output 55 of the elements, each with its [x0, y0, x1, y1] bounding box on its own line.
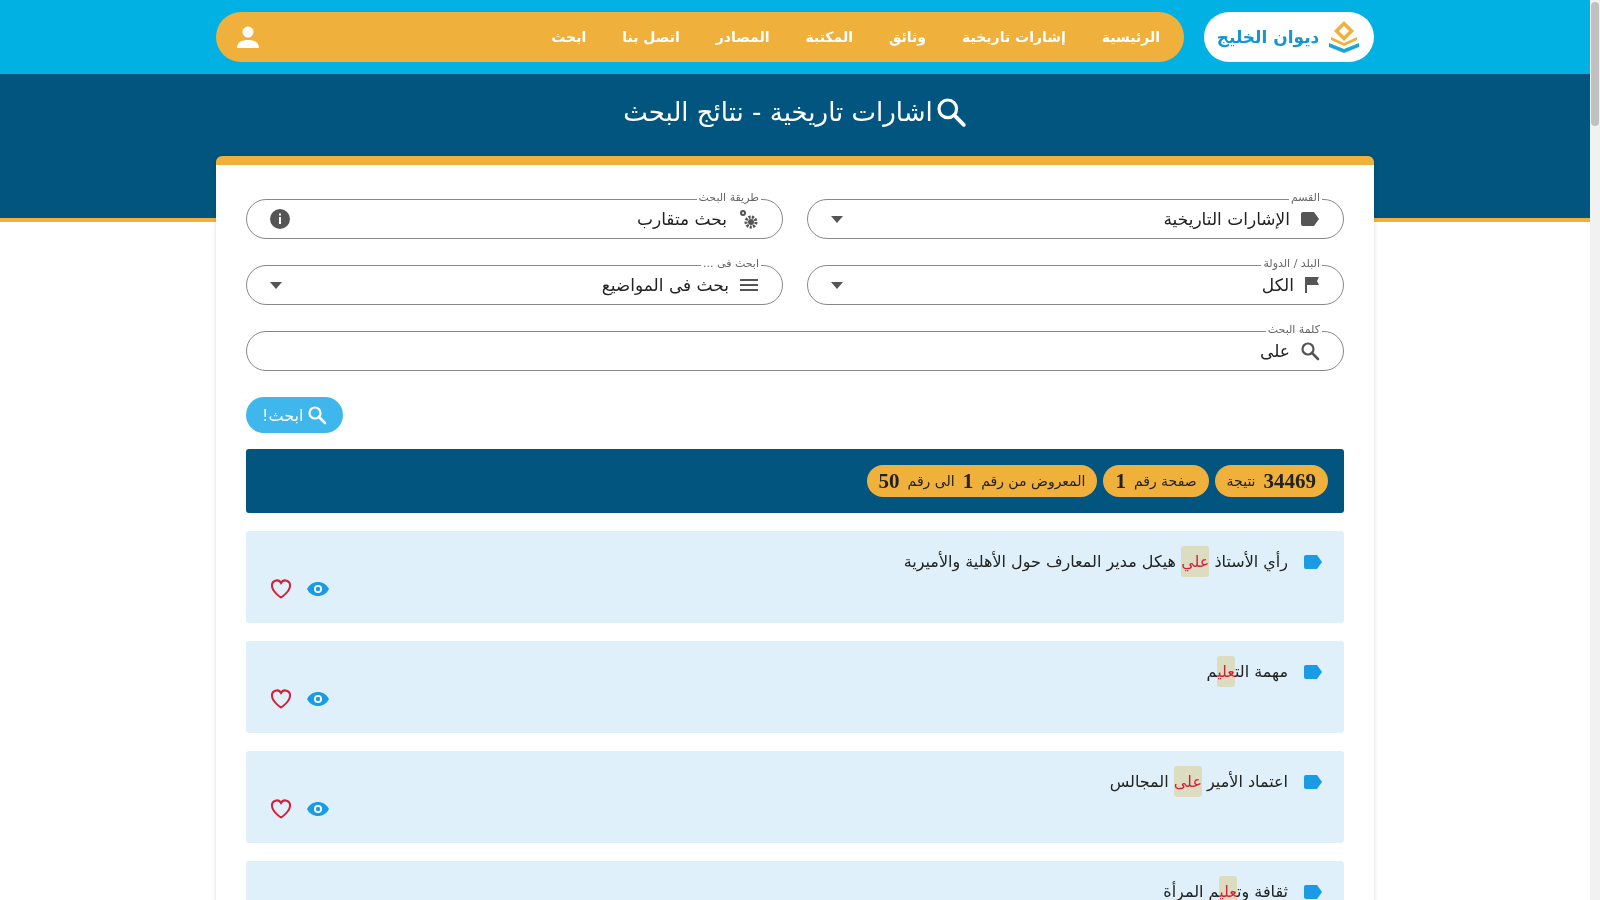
- field-value: بحث فى المواضيع: [601, 275, 729, 295]
- gears-icon: [737, 208, 759, 230]
- view-button[interactable]: [306, 579, 330, 599]
- eye-icon: [306, 801, 330, 817]
- select-field[interactable]: القسم الإشارات التاريخية: [807, 191, 1344, 239]
- result-card[interactable]: مهمة التعليم: [246, 641, 1344, 733]
- search-field[interactable]: كلمة البحث على: [246, 323, 1344, 371]
- favorite-button[interactable]: [270, 689, 292, 709]
- search-icon: [307, 405, 328, 425]
- menu-lines-icon: [739, 277, 759, 293]
- tag-icon: [1304, 775, 1322, 789]
- page-title: اشارات تاريخية - نتائج البحث: [623, 97, 933, 127]
- favorite-button[interactable]: [270, 579, 292, 599]
- field-label: ابحث فى ...: [701, 257, 761, 271]
- field-label: كلمة البحث: [1265, 323, 1322, 337]
- dropdown-caret-icon: [831, 281, 843, 289]
- scrollbar[interactable]: [1590, 0, 1600, 900]
- eye-icon: [306, 581, 330, 597]
- field-value: على: [1260, 341, 1290, 361]
- result-title-link[interactable]: مهمة التعليم: [1206, 657, 1288, 687]
- result-title-link[interactable]: اعتماد الأمير على المجالس: [1109, 767, 1288, 797]
- dropdown-caret-icon: [831, 215, 843, 223]
- select-field[interactable]: طريقة البحث بحث متقارب: [246, 191, 783, 239]
- view-button[interactable]: [306, 689, 330, 709]
- favorite-button[interactable]: [270, 799, 292, 819]
- book-logo-icon: [1327, 19, 1362, 55]
- tag-icon: [1304, 885, 1322, 899]
- scrollbar-thumb[interactable]: [1591, 2, 1599, 126]
- user-icon: [236, 25, 260, 49]
- user-button[interactable]: [236, 25, 260, 49]
- flag-icon: [1304, 276, 1320, 294]
- result-card[interactable]: رأي الأستاذ علي هيكل مدير المعارف حول الأهلية والأميرية: [246, 531, 1344, 623]
- info-icon: [270, 209, 290, 229]
- field-value: الكل: [1261, 275, 1294, 295]
- view-button[interactable]: [306, 799, 330, 819]
- select-field[interactable]: البلد / الدولة الكل: [807, 257, 1344, 305]
- search-icon: [1300, 341, 1320, 361]
- tag-icon: [1300, 211, 1320, 227]
- dropdown-caret-icon: [270, 281, 282, 289]
- heart-icon: [270, 579, 292, 599]
- heart-icon: [270, 689, 292, 709]
- heart-icon: [270, 799, 292, 819]
- select-field[interactable]: ابحث فى ... بحث فى المواضيع: [246, 257, 783, 305]
- site-logo-text: ديوان الخليج: [1216, 27, 1320, 47]
- result-title-link[interactable]: رأي الأستاذ علي هيكل مدير المعارف حول الأهلية والأميرية: [903, 547, 1288, 577]
- result-card[interactable]: اعتماد الأمير على المجالس: [246, 751, 1344, 843]
- field-label: طريقة البحث: [696, 191, 761, 205]
- tag-icon: [1304, 665, 1322, 679]
- field-value: الإشارات التاريخية: [1163, 209, 1290, 229]
- field-label: البلد / الدولة: [1261, 257, 1322, 271]
- field-value: بحث متقارب: [636, 209, 727, 229]
- tag-icon: [1304, 555, 1322, 569]
- search-icon: [934, 96, 967, 128]
- field-label: القسم: [1288, 191, 1322, 205]
- eye-icon: [306, 691, 330, 707]
